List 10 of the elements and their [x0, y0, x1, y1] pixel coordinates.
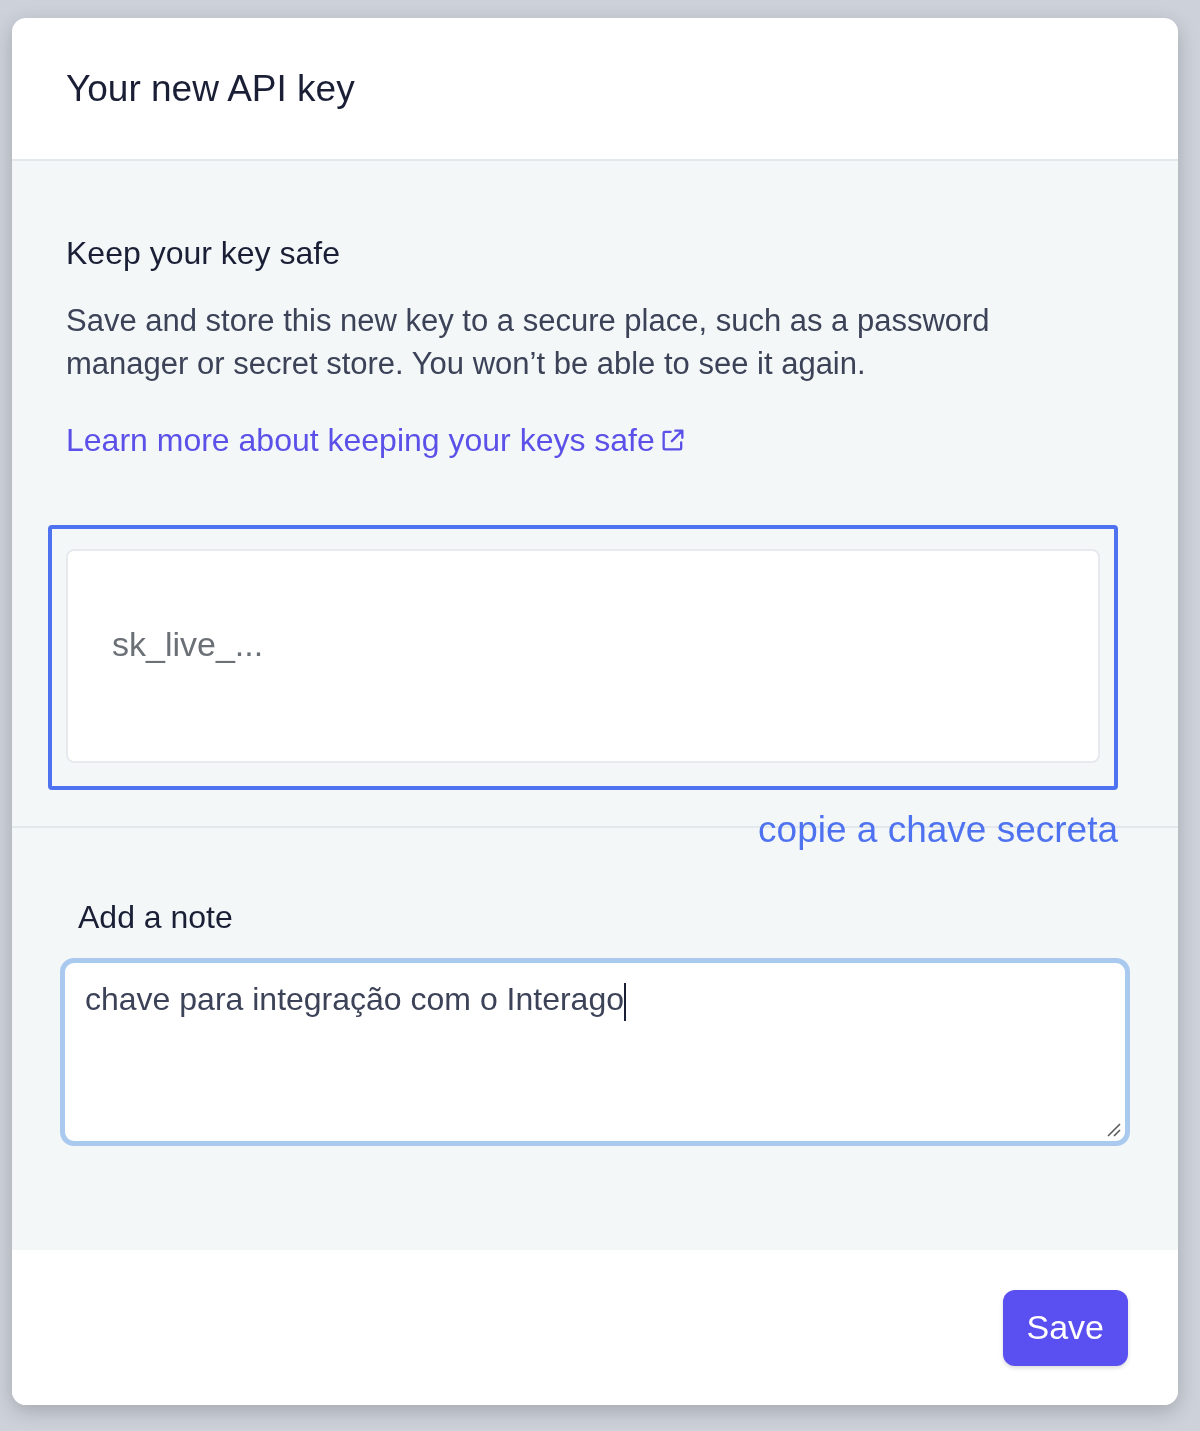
- annotation-text: copie a chave secreta: [758, 808, 1118, 852]
- note-label: Add a note: [78, 898, 234, 937]
- note-field[interactable]: chave para integração com o Interago: [60, 958, 1130, 1146]
- save-button[interactable]: Save: [1002, 1289, 1128, 1366]
- description-text: Save and store this new key to a secure place, such as a password manager or secret store. You won’t be able to see it again.: [66, 302, 991, 383]
- resize-handle-icon[interactable]: [1105, 1121, 1121, 1137]
- learn-more-link[interactable]: Learn more about keeping your keys safe: [66, 419, 687, 461]
- section-heading: Keep your key safe: [66, 234, 341, 273]
- key-field[interactable]: sk_live_...: [66, 549, 1100, 763]
- dialog-title: Your new API key: [66, 67, 355, 110]
